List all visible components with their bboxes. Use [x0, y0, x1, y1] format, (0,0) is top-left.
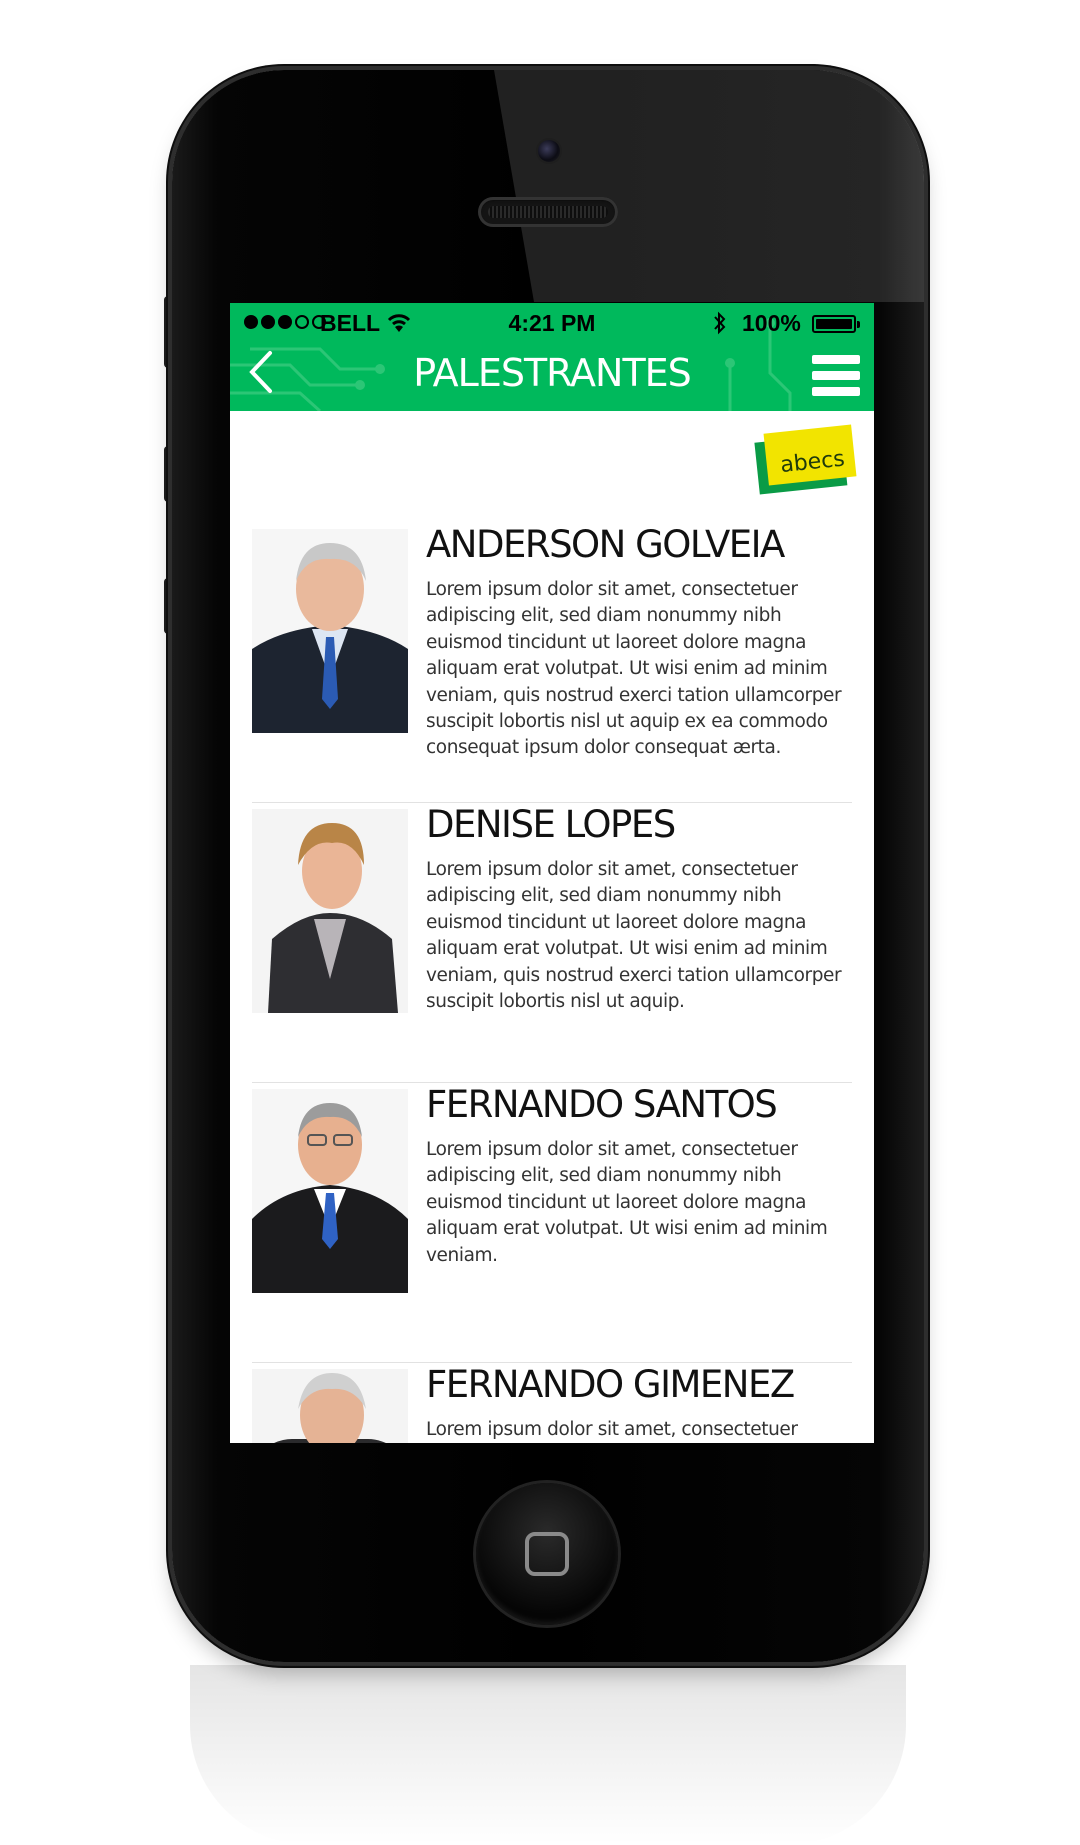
- front-camera: [538, 140, 560, 162]
- hamburger-bar-icon: [812, 371, 860, 380]
- home-button[interactable]: [476, 1483, 618, 1625]
- speaker-item[interactable]: DENISE LOPES Lorem ipsum dolor sit amet,…: [252, 803, 852, 1083]
- speaker-name: DENISE LOPES: [426, 803, 676, 846]
- speaker-name: FERNANDO GIMENEZ: [426, 1363, 795, 1406]
- speaker-bio: Lorem ipsum dolor sit amet, consectetuer…: [426, 579, 842, 759]
- abecs-logo: abecs: [763, 424, 857, 486]
- speaker-name: ANDERSON GOLVEIA: [426, 523, 785, 566]
- hamburger-bar-icon: [812, 355, 860, 364]
- speaker-item[interactable]: FERNANDO GIMENEZ Lorem ipsum dolor sit a…: [252, 1363, 852, 1443]
- speaker-photo: [252, 1369, 408, 1443]
- speaker-photo: [252, 529, 408, 733]
- earpiece-speaker: [478, 197, 618, 227]
- speaker-list: ANDERSON GOLVEIA Lorem ipsum dolor sit a…: [252, 523, 852, 1443]
- app-screen: BELL 4:21 PM 100% PALESTRANTES abecs AND…: [230, 303, 874, 1443]
- battery-percent: 100%: [742, 310, 801, 336]
- speaker-item[interactable]: ANDERSON GOLVEIA Lorem ipsum dolor sit a…: [252, 523, 852, 803]
- app-header: BELL 4:21 PM 100% PALESTRANTES: [230, 303, 874, 411]
- status-bar: BELL 4:21 PM 100%: [230, 303, 874, 343]
- phone-reflection: [190, 1665, 906, 1845]
- page-title: PALESTRANTES: [413, 351, 692, 395]
- logo-text: abecs: [779, 446, 846, 479]
- bluetooth-icon: [714, 311, 726, 335]
- speaker-photo: [252, 809, 408, 1013]
- speaker-bio: Lorem ipsum dolor sit amet, consectetuer…: [426, 1419, 798, 1440]
- speaker-bio: Lorem ipsum dolor sit amet, consectetuer…: [426, 859, 842, 1013]
- hamburger-bar-icon: [812, 387, 860, 396]
- home-square-icon: [525, 1532, 569, 1576]
- speaker-photo: [252, 1089, 408, 1293]
- speaker-item[interactable]: FERNANDO SANTOS Lorem ipsum dolor sit am…: [252, 1083, 852, 1363]
- battery-icon: [812, 315, 860, 333]
- speaker-bio: Lorem ipsum dolor sit amet, consectetuer…: [426, 1139, 828, 1266]
- menu-button[interactable]: [812, 355, 860, 397]
- speaker-name: FERNANDO SANTOS: [426, 1083, 778, 1126]
